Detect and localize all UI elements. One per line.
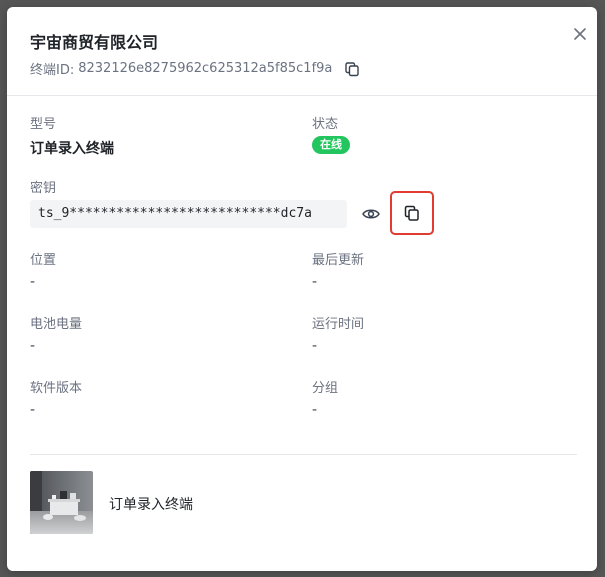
device-image	[30, 471, 93, 534]
status-label: 状态	[312, 117, 339, 132]
battery-value: -	[30, 338, 36, 354]
terminal-detail-dialog: 宇宙商贸有限公司 终端ID: 8232126e8275962c625312a5f…	[7, 7, 597, 571]
uptime-label: 运行时间	[312, 317, 365, 332]
copy-icon	[404, 205, 419, 221]
model-label: 型号	[30, 117, 57, 132]
footer-divider	[30, 454, 577, 455]
group-value: -	[312, 402, 318, 418]
software-version-label: 软件版本	[30, 381, 83, 396]
terminal-id-label: 终端ID:	[30, 63, 75, 78]
last-update-label: 最后更新	[312, 253, 365, 268]
terminal-id-row: 终端ID: 8232126e8275962c625312a5f85c1f9a	[30, 59, 360, 78]
close-button[interactable]	[570, 24, 590, 44]
dialog-title: 宇宙商贸有限公司	[30, 33, 159, 52]
copy-icon	[345, 61, 360, 76]
location-value: -	[30, 274, 36, 290]
toggle-secret-visibility-button[interactable]	[361, 205, 381, 223]
close-icon	[574, 28, 586, 40]
secret-value-field[interactable]: ts_9***************************dc7a	[30, 200, 347, 228]
software-version-value: -	[30, 402, 36, 418]
battery-label: 电池电量	[30, 317, 83, 332]
terminal-id-value: 8232126e8275962c625312a5f85c1f9a	[78, 61, 333, 76]
uptime-value: -	[312, 338, 318, 354]
secret-label: 密钥	[30, 181, 57, 196]
copy-secret-button[interactable]	[390, 191, 434, 235]
group-label: 分组	[312, 381, 339, 396]
header-divider	[7, 95, 597, 96]
status-badge: 在线	[312, 136, 350, 154]
location-label: 位置	[30, 253, 57, 268]
device-name: 订单录入终端	[109, 497, 193, 513]
eye-icon	[362, 209, 380, 219]
copy-terminal-id-button[interactable]	[344, 61, 360, 77]
last-update-value: -	[312, 274, 318, 290]
model-value: 订单录入终端	[30, 141, 114, 157]
